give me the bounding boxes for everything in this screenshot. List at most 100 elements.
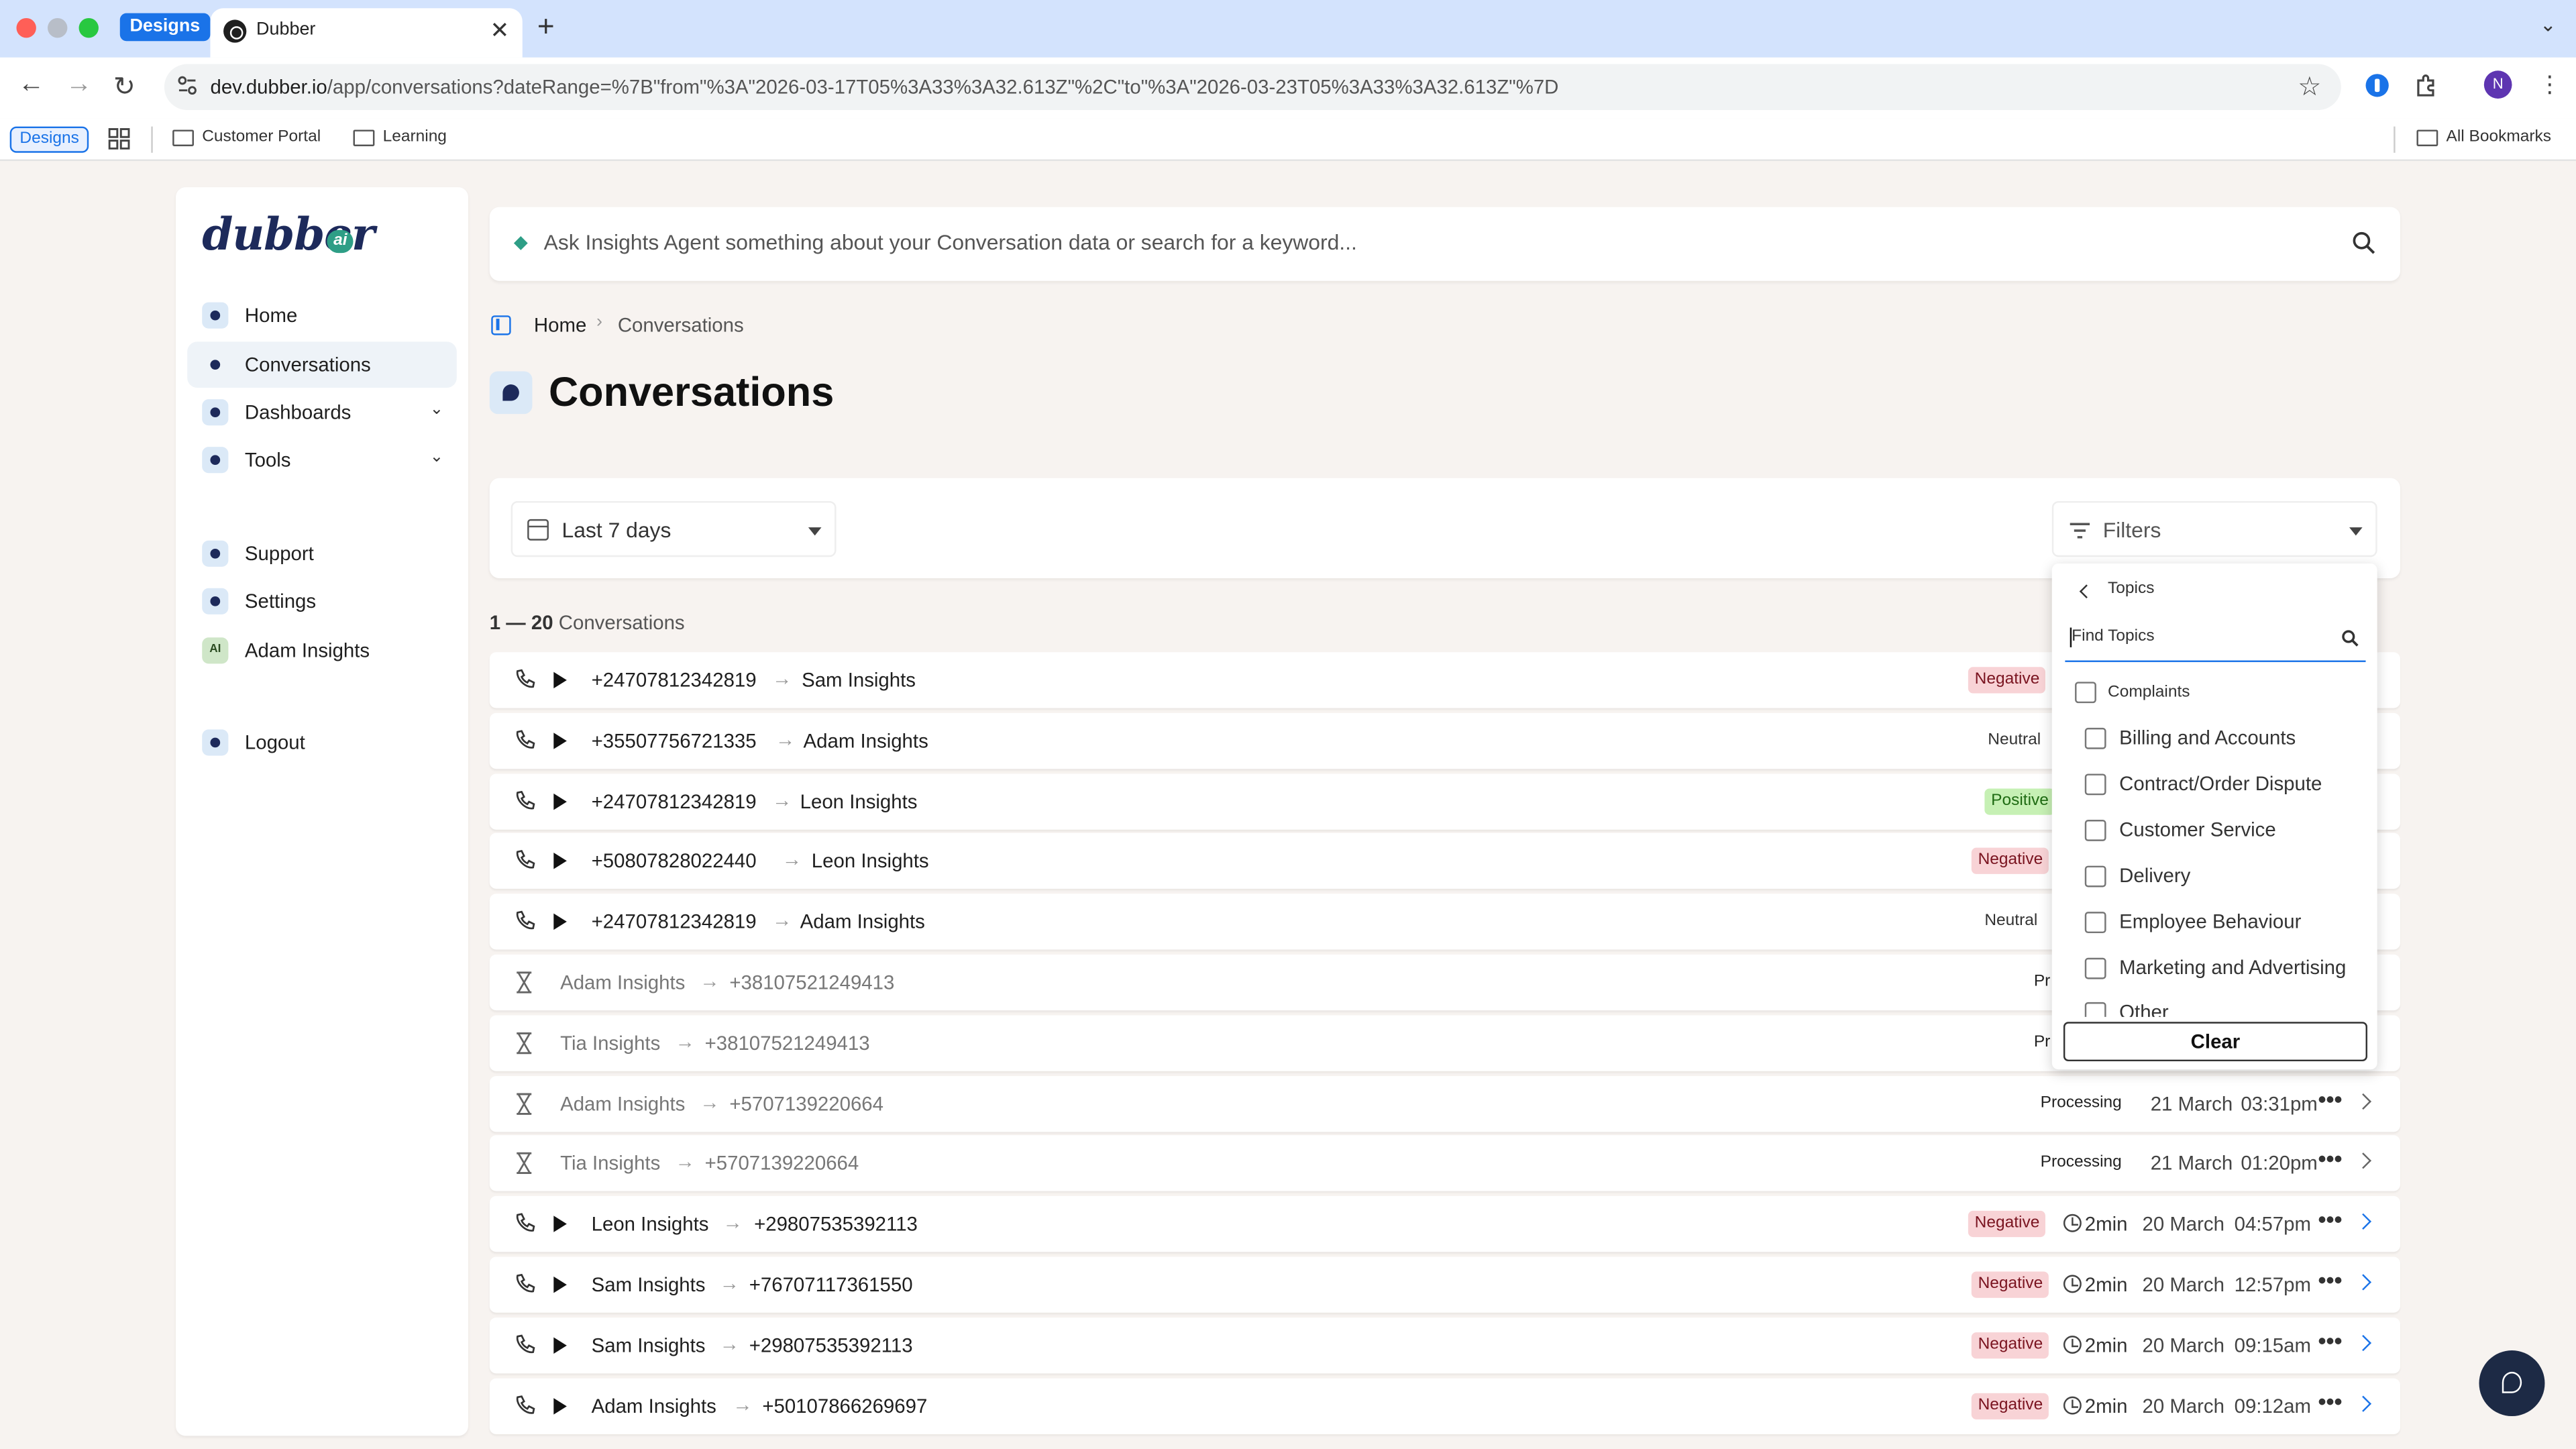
- sidebar-item-profile[interactable]: AI Adam Insights: [187, 628, 457, 674]
- play-icon[interactable]: [553, 853, 567, 870]
- date-range-dropdown[interactable]: Last 7 days: [511, 500, 837, 557]
- callee: +5707139220664: [729, 1091, 884, 1115]
- minimize-window-button[interactable]: [48, 17, 68, 38]
- site-info-icon[interactable]: [177, 76, 197, 95]
- table-row[interactable]: Leon Insights → +29807535392113 Negative…: [489, 1196, 2400, 1252]
- checkbox[interactable]: [2084, 910, 2106, 932]
- chevron-right-icon[interactable]: [2355, 1274, 2371, 1291]
- topic-item[interactable]: Contract/Order Dispute: [2084, 772, 2322, 795]
- insights-search-bar[interactable]: Ask Insights Agent something about your …: [489, 207, 2400, 281]
- chevron-right-icon[interactable]: [2355, 1395, 2371, 1411]
- apps-grid-icon[interactable]: [108, 128, 130, 150]
- topic-item[interactable]: Customer Service: [2084, 818, 2276, 841]
- caller: +50807828022440: [591, 850, 757, 873]
- more-actions-icon[interactable]: •••: [2318, 1206, 2343, 1232]
- topic-item[interactable]: Other: [2084, 1000, 2169, 1017]
- phone-icon: [516, 1273, 535, 1293]
- new-tab-button[interactable]: +: [537, 10, 555, 44]
- table-row[interactable]: Tia Insights → +5707139220664 Processing…: [489, 1136, 2400, 1192]
- sidebar-item-tools[interactable]: Tools ⌄: [187, 437, 457, 483]
- topic-item[interactable]: Billing and Accounts: [2084, 726, 2296, 749]
- search-icon[interactable]: [2341, 629, 2359, 647]
- chevron-right-icon[interactable]: [2355, 1153, 2371, 1170]
- phone-icon: [516, 911, 535, 930]
- close-tab-icon[interactable]: ✕: [490, 16, 509, 44]
- more-actions-icon[interactable]: •••: [2318, 1267, 2343, 1293]
- extensions-puzzle-icon[interactable]: [2414, 72, 2440, 99]
- sidebar-item-logout[interactable]: Logout: [187, 720, 457, 766]
- play-icon[interactable]: [553, 672, 567, 689]
- play-icon[interactable]: [553, 1336, 567, 1354]
- tab-group-label[interactable]: Designs: [119, 13, 210, 42]
- topic-item[interactable]: Marketing and Advertising: [2084, 956, 2346, 979]
- checkbox[interactable]: [2084, 865, 2106, 887]
- maximize-window-button[interactable]: [78, 17, 99, 38]
- reload-icon[interactable]: ↻: [113, 70, 136, 103]
- breadcrumb-home[interactable]: Home: [534, 314, 586, 337]
- sidebar-item-support[interactable]: Support: [187, 531, 457, 577]
- bookmark-group-designs[interactable]: Designs: [9, 126, 89, 153]
- search-icon[interactable]: [2351, 230, 2377, 256]
- more-actions-icon[interactable]: •••: [2318, 1146, 2343, 1172]
- clock-icon: [2063, 1275, 2082, 1293]
- chevron-right-icon[interactable]: [2355, 1214, 2371, 1230]
- checkbox[interactable]: [2084, 818, 2106, 841]
- back-arrow-icon[interactable]: ←: [18, 70, 44, 100]
- topic-complaints-checkbox[interactable]: Complaints: [2075, 682, 2190, 704]
- browser-tab[interactable]: Dubber ✕: [210, 8, 523, 58]
- more-actions-icon[interactable]: •••: [2318, 1387, 2343, 1413]
- sidebar-item-dashboards[interactable]: Dashboards ⌄: [187, 389, 457, 435]
- status-badge: Processing: [2033, 1090, 2129, 1117]
- close-window-button[interactable]: [16, 17, 36, 38]
- checkbox[interactable]: [2075, 682, 2096, 704]
- topic-item[interactable]: Employee Behaviour: [2084, 910, 2301, 933]
- table-row[interactable]: Adam Insights → +5707139220664 Processin…: [489, 1075, 2400, 1132]
- call-duration: 2min: [2084, 1273, 2128, 1297]
- forward-arrow-icon[interactable]: →: [66, 70, 92, 100]
- sidebar-item-conversations[interactable]: Conversations: [187, 341, 457, 388]
- sidebar-item-settings[interactable]: Settings: [187, 578, 457, 625]
- more-actions-icon[interactable]: •••: [2318, 1327, 2343, 1353]
- tab-search-chevron-icon[interactable]: ⌄: [2540, 13, 2557, 36]
- password-manager-icon[interactable]: [2364, 72, 2390, 99]
- checkbox[interactable]: [2084, 727, 2106, 749]
- help-chat-button[interactable]: [2479, 1350, 2545, 1417]
- table-row[interactable]: Adam Insights → +50107866269697 Negative…: [489, 1377, 2400, 1434]
- settings-icon: [202, 588, 229, 614]
- checkbox[interactable]: [2084, 773, 2106, 795]
- browser-toolbar: ← → ↻ dev.dubber.io/app/conversations?da…: [0, 57, 2576, 119]
- play-icon[interactable]: [553, 1276, 567, 1293]
- topic-item[interactable]: Delivery: [2084, 864, 2190, 887]
- sidebar-item-label: Settings: [244, 590, 317, 613]
- play-icon[interactable]: [553, 1397, 567, 1414]
- sidebar-toggle-icon[interactable]: [491, 315, 511, 335]
- filters-dropdown[interactable]: Filters: [2051, 500, 2377, 557]
- call-duration: 2min: [2084, 1394, 2128, 1417]
- callee: +50107866269697: [762, 1394, 928, 1417]
- play-icon[interactable]: [553, 1216, 567, 1233]
- address-bar[interactable]: dev.dubber.io/app/conversations?dateRang…: [164, 64, 2341, 111]
- chevron-right-icon[interactable]: [2355, 1092, 2371, 1110]
- back-chevron-icon[interactable]: [2079, 584, 2094, 599]
- bookmark-learning[interactable]: Learning: [353, 128, 447, 146]
- profile-avatar[interactable]: N: [2483, 70, 2512, 99]
- sentiment-badge: Negative: [1968, 1211, 2047, 1238]
- checkbox[interactable]: [2084, 1001, 2106, 1017]
- bookmark-customer-portal[interactable]: Customer Portal: [172, 128, 321, 146]
- play-icon[interactable]: [553, 914, 567, 930]
- clear-button[interactable]: Clear: [2063, 1022, 2367, 1062]
- find-topics-input[interactable]: Find Topics: [2065, 619, 2366, 662]
- bookmark-star-icon[interactable]: ☆: [2298, 70, 2321, 103]
- chevron-right-icon[interactable]: [2355, 1334, 2371, 1351]
- sidebar-item-home[interactable]: Home: [187, 292, 457, 339]
- browser-menu-icon[interactable]: ⋮: [2538, 70, 2561, 99]
- topic-label: Billing and Accounts: [2119, 726, 2296, 749]
- play-icon[interactable]: [553, 792, 567, 810]
- all-bookmarks[interactable]: All Bookmarks: [2416, 128, 2551, 146]
- user-avatar: AI: [202, 637, 229, 664]
- table-row[interactable]: Sam Insights → +76707117361550 Negative …: [489, 1256, 2400, 1313]
- play-icon[interactable]: [553, 732, 567, 749]
- table-row[interactable]: Sam Insights → +29807535392113 Negative …: [489, 1317, 2400, 1373]
- more-actions-icon[interactable]: •••: [2318, 1085, 2343, 1112]
- checkbox[interactable]: [2084, 957, 2106, 979]
